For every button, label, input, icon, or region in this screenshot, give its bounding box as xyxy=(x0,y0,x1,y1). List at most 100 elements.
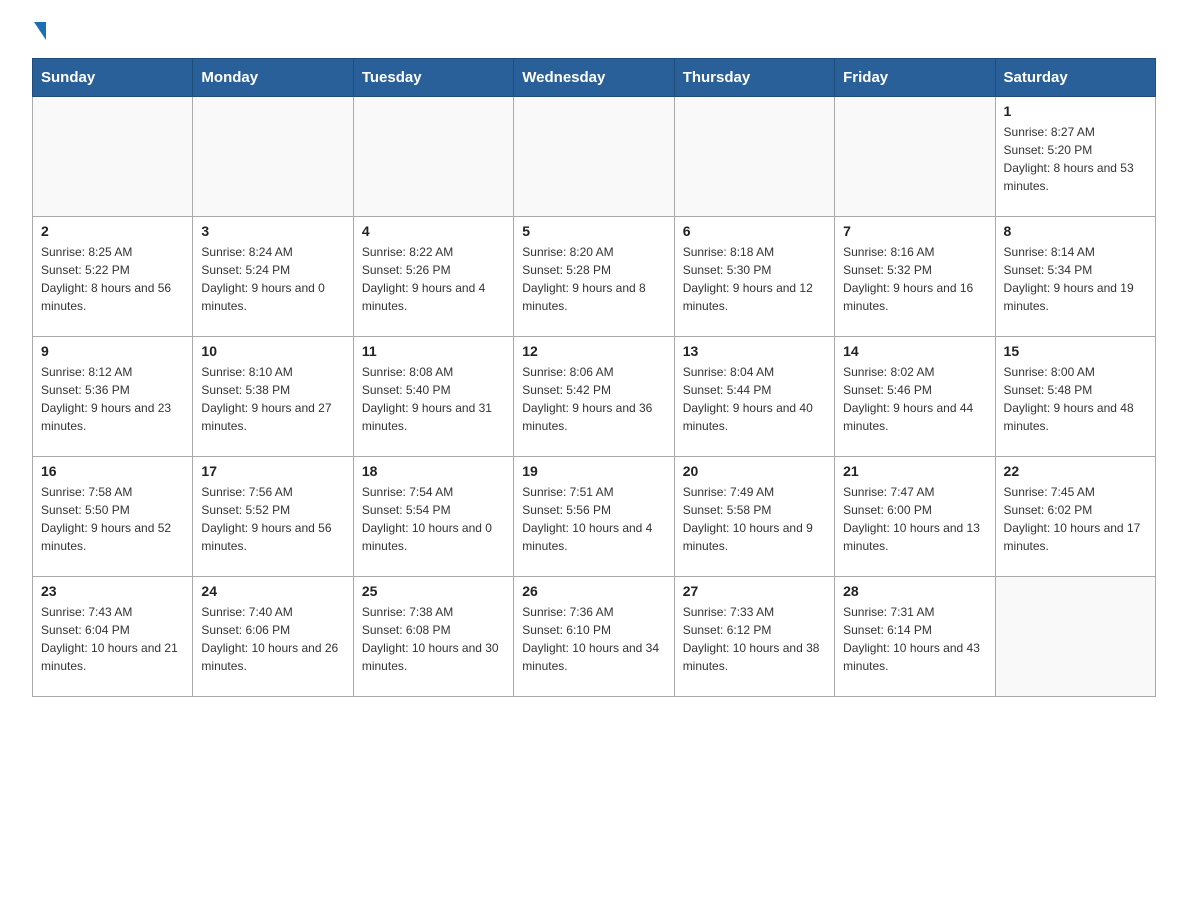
day-number: 1 xyxy=(1004,103,1147,119)
calendar-day-cell: 1 Sunrise: 8:27 AM Sunset: 5:20 PM Daylig… xyxy=(995,97,1155,217)
day-number: 26 xyxy=(522,583,665,599)
day-number: 6 xyxy=(683,223,826,239)
calendar-day-cell xyxy=(33,97,193,217)
calendar-day-cell: 6 Sunrise: 8:18 AM Sunset: 5:30 PM Daylig… xyxy=(674,217,834,337)
calendar-header-row: SundayMondayTuesdayWednesdayThursdayFrid… xyxy=(33,59,1156,97)
calendar-day-cell xyxy=(835,97,995,217)
calendar-day-cell: 17Sunrise: 7:56 AM Sunset: 5:52 PM Dayli… xyxy=(193,457,353,577)
calendar-day-cell: 9 Sunrise: 8:12 AM Sunset: 5:36 PM Daylig… xyxy=(33,337,193,457)
day-number: 12 xyxy=(522,343,665,359)
day-number: 21 xyxy=(843,463,986,479)
calendar-body: 1 Sunrise: 8:27 AM Sunset: 5:20 PM Daylig… xyxy=(33,97,1156,697)
calendar-day-cell: 18 Sunrise: 7:54 AM Sunset: 5:54 PM Dayli… xyxy=(353,457,513,577)
calendar-day-cell: 12 Sunrise: 8:06 AM Sunset: 5:42 PM Dayli… xyxy=(514,337,674,457)
calendar-day-cell: 7 Sunrise: 8:16 AM Sunset: 5:32 PM Daylig… xyxy=(835,217,995,337)
day-number: 18 xyxy=(362,463,505,479)
day-number: 11 xyxy=(362,343,505,359)
day-info: Sunrise: 8:02 AM Sunset: 5:46 PM Dayligh… xyxy=(843,363,986,435)
calendar-day-cell: 19Sunrise: 7:51 AM Sunset: 5:56 PM Dayli… xyxy=(514,457,674,577)
day-info: Sunrise: 7:43 AM Sunset: 6:04 PM Dayligh… xyxy=(41,603,184,675)
calendar-day-cell: 13 Sunrise: 8:04 AM Sunset: 5:44 PM Dayli… xyxy=(674,337,834,457)
calendar-day-cell: 20Sunrise: 7:49 AM Sunset: 5:58 PM Dayli… xyxy=(674,457,834,577)
day-number: 28 xyxy=(843,583,986,599)
calendar-day-header: Wednesday xyxy=(514,59,674,97)
calendar-day-cell: 16 Sunrise: 7:58 AM Sunset: 5:50 PM Dayli… xyxy=(33,457,193,577)
calendar-day-cell: 27 Sunrise: 7:33 AM Sunset: 6:12 PM Dayli… xyxy=(674,577,834,697)
day-number: 2 xyxy=(41,223,184,239)
calendar-day-cell xyxy=(674,97,834,217)
calendar-day-cell: 15Sunrise: 8:00 AM Sunset: 5:48 PM Dayli… xyxy=(995,337,1155,457)
day-number: 14 xyxy=(843,343,986,359)
logo-triangle-icon xyxy=(34,22,46,40)
calendar-day-header: Saturday xyxy=(995,59,1155,97)
day-number: 25 xyxy=(362,583,505,599)
day-info: Sunrise: 7:54 AM Sunset: 5:54 PM Dayligh… xyxy=(362,483,505,555)
day-info: Sunrise: 8:14 AM Sunset: 5:34 PM Dayligh… xyxy=(1004,243,1147,315)
calendar-day-cell: 28 Sunrise: 7:31 AM Sunset: 6:14 PM Dayli… xyxy=(835,577,995,697)
calendar-day-cell: 26 Sunrise: 7:36 AM Sunset: 6:10 PM Dayli… xyxy=(514,577,674,697)
calendar-week-row: 23 Sunrise: 7:43 AM Sunset: 6:04 PM Dayli… xyxy=(33,577,1156,697)
day-info: Sunrise: 7:33 AM Sunset: 6:12 PM Dayligh… xyxy=(683,603,826,675)
day-number: 10 xyxy=(201,343,344,359)
calendar-day-cell xyxy=(353,97,513,217)
calendar-day-cell: 24 Sunrise: 7:40 AM Sunset: 6:06 PM Dayli… xyxy=(193,577,353,697)
logo xyxy=(32,24,46,42)
day-number: 22 xyxy=(1004,463,1147,479)
day-info: Sunrise: 7:51 AM Sunset: 5:56 PM Dayligh… xyxy=(522,483,665,555)
calendar-day-header: Friday xyxy=(835,59,995,97)
day-info: Sunrise: 8:24 AM Sunset: 5:24 PM Dayligh… xyxy=(201,243,344,315)
day-number: 4 xyxy=(362,223,505,239)
day-info: Sunrise: 8:18 AM Sunset: 5:30 PM Dayligh… xyxy=(683,243,826,315)
day-number: 23 xyxy=(41,583,184,599)
day-info: Sunrise: 8:00 AM Sunset: 5:48 PM Dayligh… xyxy=(1004,363,1147,435)
calendar-table: SundayMondayTuesdayWednesdayThursdayFrid… xyxy=(32,58,1156,697)
page-header xyxy=(32,24,1156,42)
day-number: 27 xyxy=(683,583,826,599)
day-info: Sunrise: 7:36 AM Sunset: 6:10 PM Dayligh… xyxy=(522,603,665,675)
day-info: Sunrise: 8:04 AM Sunset: 5:44 PM Dayligh… xyxy=(683,363,826,435)
day-number: 5 xyxy=(522,223,665,239)
day-info: Sunrise: 8:06 AM Sunset: 5:42 PM Dayligh… xyxy=(522,363,665,435)
calendar-day-cell: 4 Sunrise: 8:22 AM Sunset: 5:26 PM Daylig… xyxy=(353,217,513,337)
day-info: Sunrise: 7:58 AM Sunset: 5:50 PM Dayligh… xyxy=(41,483,184,555)
calendar-header: SundayMondayTuesdayWednesdayThursdayFrid… xyxy=(33,59,1156,97)
day-info: Sunrise: 8:16 AM Sunset: 5:32 PM Dayligh… xyxy=(843,243,986,315)
day-info: Sunrise: 8:08 AM Sunset: 5:40 PM Dayligh… xyxy=(362,363,505,435)
day-info: Sunrise: 7:40 AM Sunset: 6:06 PM Dayligh… xyxy=(201,603,344,675)
calendar-day-cell: 25 Sunrise: 7:38 AM Sunset: 6:08 PM Dayli… xyxy=(353,577,513,697)
calendar-day-cell: 8 Sunrise: 8:14 AM Sunset: 5:34 PM Daylig… xyxy=(995,217,1155,337)
calendar-day-header: Thursday xyxy=(674,59,834,97)
day-info: Sunrise: 7:31 AM Sunset: 6:14 PM Dayligh… xyxy=(843,603,986,675)
day-info: Sunrise: 7:38 AM Sunset: 6:08 PM Dayligh… xyxy=(362,603,505,675)
calendar-day-cell: 21 Sunrise: 7:47 AM Sunset: 6:00 PM Dayli… xyxy=(835,457,995,577)
calendar-day-header: Tuesday xyxy=(353,59,513,97)
calendar-week-row: 2Sunrise: 8:25 AM Sunset: 5:22 PM Daylig… xyxy=(33,217,1156,337)
day-number: 16 xyxy=(41,463,184,479)
day-info: Sunrise: 7:49 AM Sunset: 5:58 PM Dayligh… xyxy=(683,483,826,555)
calendar-day-cell: 10 Sunrise: 8:10 AM Sunset: 5:38 PM Dayli… xyxy=(193,337,353,457)
day-number: 7 xyxy=(843,223,986,239)
day-number: 8 xyxy=(1004,223,1147,239)
calendar-day-cell: 5 Sunrise: 8:20 AM Sunset: 5:28 PM Daylig… xyxy=(514,217,674,337)
calendar-day-cell: 14 Sunrise: 8:02 AM Sunset: 5:46 PM Dayli… xyxy=(835,337,995,457)
day-info: Sunrise: 7:47 AM Sunset: 6:00 PM Dayligh… xyxy=(843,483,986,555)
day-info: Sunrise: 8:10 AM Sunset: 5:38 PM Dayligh… xyxy=(201,363,344,435)
day-info: Sunrise: 8:20 AM Sunset: 5:28 PM Dayligh… xyxy=(522,243,665,315)
calendar-day-cell: 2Sunrise: 8:25 AM Sunset: 5:22 PM Daylig… xyxy=(33,217,193,337)
calendar-week-row: 9 Sunrise: 8:12 AM Sunset: 5:36 PM Daylig… xyxy=(33,337,1156,457)
calendar-day-cell: 22 Sunrise: 7:45 AM Sunset: 6:02 PM Dayli… xyxy=(995,457,1155,577)
calendar-day-cell xyxy=(193,97,353,217)
day-number: 13 xyxy=(683,343,826,359)
day-number: 9 xyxy=(41,343,184,359)
calendar-day-cell: 23 Sunrise: 7:43 AM Sunset: 6:04 PM Dayli… xyxy=(33,577,193,697)
day-info: Sunrise: 8:27 AM Sunset: 5:20 PM Dayligh… xyxy=(1004,123,1147,195)
day-info: Sunrise: 7:45 AM Sunset: 6:02 PM Dayligh… xyxy=(1004,483,1147,555)
day-info: Sunrise: 8:12 AM Sunset: 5:36 PM Dayligh… xyxy=(41,363,184,435)
calendar-day-cell: 11 Sunrise: 8:08 AM Sunset: 5:40 PM Dayli… xyxy=(353,337,513,457)
calendar-day-cell xyxy=(514,97,674,217)
calendar-day-header: Monday xyxy=(193,59,353,97)
calendar-week-row: 16 Sunrise: 7:58 AM Sunset: 5:50 PM Dayli… xyxy=(33,457,1156,577)
calendar-week-row: 1 Sunrise: 8:27 AM Sunset: 5:20 PM Daylig… xyxy=(33,97,1156,217)
day-number: 24 xyxy=(201,583,344,599)
day-info: Sunrise: 8:22 AM Sunset: 5:26 PM Dayligh… xyxy=(362,243,505,315)
